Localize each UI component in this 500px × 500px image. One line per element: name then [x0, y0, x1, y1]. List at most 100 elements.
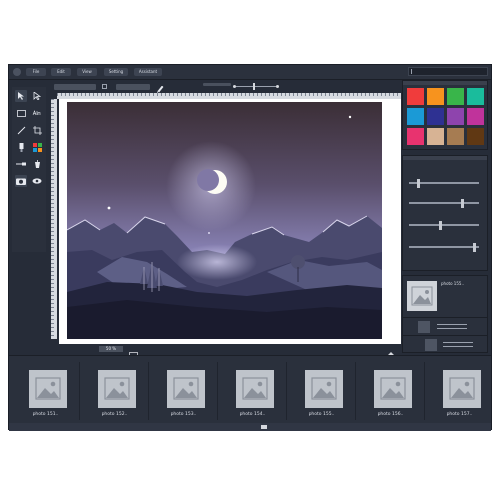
filmstrip-divider: [217, 362, 218, 420]
image-placeholder-icon: [104, 377, 130, 400]
swatch-7[interactable]: [467, 108, 484, 125]
mask-thumbnail: [425, 339, 437, 351]
eye-icon[interactable]: [31, 175, 43, 187]
film-label: photo 154..: [239, 412, 266, 417]
layer-mask-row[interactable]: [403, 317, 487, 336]
swatch-8[interactable]: [407, 128, 424, 145]
options-bar: [51, 80, 405, 96]
filmstrip-item[interactable]: photo 154..: [220, 360, 285, 422]
film-thumbnail: [167, 370, 205, 408]
filmstrip-item[interactable]: photo 152..: [82, 360, 147, 422]
slider-thumb[interactable]: [417, 179, 421, 188]
search-icon: [411, 69, 416, 74]
list-icon[interactable]: [59, 346, 67, 361]
filmstrip-item[interactable]: photo 153..: [151, 360, 216, 422]
film-thumbnail: [305, 370, 343, 408]
canvas[interactable]: [59, 99, 401, 344]
image-placeholder-icon: [242, 377, 268, 400]
color-palette-panel: [402, 80, 488, 150]
slider-0[interactable]: [409, 179, 479, 188]
swatch-1[interactable]: [427, 88, 444, 105]
text-icon[interactable]: [31, 107, 43, 119]
slider-thumb[interactable]: [439, 221, 443, 230]
film-label: photo 151..: [32, 412, 59, 417]
menu-assistant[interactable]: Assistant: [134, 68, 162, 76]
filmstrip-divider: [286, 362, 287, 420]
size-slider-thumb[interactable]: [253, 83, 255, 90]
link-checkbox[interactable]: [102, 84, 107, 89]
film-thumbnail: [29, 370, 67, 408]
select-arrow-icon[interactable]: [15, 90, 27, 102]
landscape-artwork: [67, 102, 382, 339]
swatch-4[interactable]: [407, 108, 424, 125]
brush-mode-icon[interactable]: [156, 81, 164, 96]
layers-panel: photo 155..: [402, 275, 488, 353]
mask-thumbnail: [418, 321, 430, 333]
film-label: photo 155..: [308, 412, 335, 417]
tool-palette: [12, 87, 46, 252]
slider-2[interactable]: [409, 221, 479, 230]
width-field[interactable]: [54, 84, 96, 90]
swatch-10[interactable]: [447, 128, 464, 145]
crop-icon[interactable]: [31, 124, 43, 136]
eyedropper-icon[interactable]: [15, 158, 27, 170]
canvas-status-bar: 50 %: [51, 344, 405, 363]
filmstrip-divider: [79, 362, 80, 420]
filmstrip-divider: [148, 362, 149, 420]
filmstrip-divider: [355, 362, 356, 420]
menu-file[interactable]: File: [26, 68, 46, 76]
image-placeholder-icon: [311, 377, 337, 400]
filmstrip-item[interactable]: photo 151..: [13, 360, 78, 422]
swatch-3[interactable]: [467, 88, 484, 105]
layer-row[interactable]: photo 155..: [403, 276, 487, 316]
filmstrip: photo 151.. photo 152.. photo 153.. photo 1…: [9, 355, 491, 424]
rectangle-icon[interactable]: [15, 107, 27, 119]
slider-thumb[interactable]: [472, 243, 476, 252]
menu-view[interactable]: View: [77, 68, 97, 76]
direct-select-icon[interactable]: [31, 90, 43, 102]
swatch-2[interactable]: [447, 88, 464, 105]
bottom-bar: [9, 423, 491, 431]
search-input[interactable]: [408, 67, 488, 76]
swatch-6[interactable]: [447, 108, 464, 125]
image-placeholder-icon: [380, 377, 406, 400]
gradient-icon[interactable]: [31, 141, 43, 153]
filmstrip-divider: [424, 362, 425, 420]
swatch-0[interactable]: [407, 88, 424, 105]
menu-edit[interactable]: Edit: [51, 68, 71, 76]
image-placeholder-icon: [35, 377, 61, 400]
menu-setting[interactable]: Setting: [104, 68, 128, 76]
film-label: photo 153..: [170, 412, 197, 417]
filmstrip-item[interactable]: photo 157..: [427, 360, 492, 422]
filmstrip-item[interactable]: photo 155..: [289, 360, 354, 422]
film-label: photo 156..: [377, 412, 404, 417]
grid-toggle-icon[interactable]: [261, 425, 267, 429]
editor-window: File Edit View Setting Assistant 50 % ph…: [8, 64, 492, 431]
slider-thumb[interactable]: [461, 199, 465, 208]
layer-mask-row[interactable]: [403, 335, 487, 354]
brush-icon[interactable]: [15, 141, 27, 153]
bucket-icon[interactable]: [31, 158, 43, 170]
film-label: photo 152..: [101, 412, 128, 417]
film-thumbnail: [443, 370, 481, 408]
film-thumbnail: [374, 370, 412, 408]
line-icon[interactable]: [15, 124, 27, 136]
slider-1[interactable]: [409, 199, 479, 208]
adjustments-panel: [402, 155, 488, 271]
swatch-5[interactable]: [427, 108, 444, 125]
camera-icon[interactable]: [15, 175, 27, 187]
image-placeholder-icon: [411, 286, 433, 306]
zoom-level[interactable]: 50 %: [99, 346, 123, 352]
layer-thumbnail: [407, 281, 437, 311]
film-label: photo 157..: [446, 412, 473, 417]
size-slider[interactable]: [233, 83, 279, 90]
swatch-9[interactable]: [427, 128, 444, 145]
filmstrip-item[interactable]: photo 156..: [358, 360, 423, 422]
app-logo-icon: [13, 68, 21, 76]
monitor-icon[interactable]: [129, 345, 138, 360]
slider-3[interactable]: [409, 243, 479, 252]
height-field[interactable]: [116, 84, 150, 90]
image-placeholder-icon: [449, 377, 475, 400]
opacity-field[interactable]: [203, 83, 231, 86]
swatch-11[interactable]: [467, 128, 484, 145]
